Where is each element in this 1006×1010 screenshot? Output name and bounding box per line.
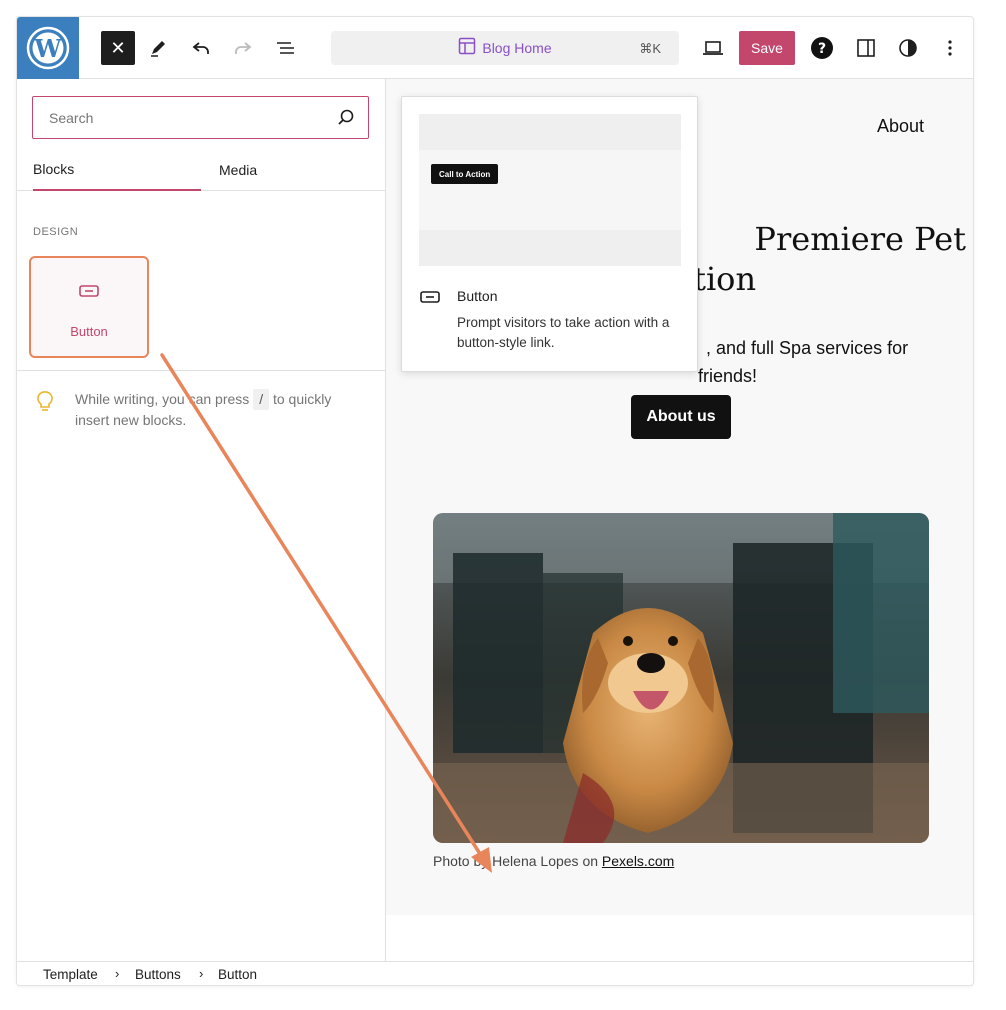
breadcrumb-template[interactable]: Template <box>43 967 98 982</box>
inserter-tabs: Blocks Media <box>17 149 386 191</box>
block-inserter-panel: Search Blocks Media DESIGN Button While … <box>17 79 386 961</box>
top-toolbar: W ✕ Blog Home ⌘K Save ? <box>17 17 973 79</box>
breadcrumb-button[interactable]: Button <box>218 967 257 982</box>
command-palette-bar[interactable]: Blog Home ⌘K <box>331 31 679 65</box>
hero-image[interactable] <box>433 513 929 843</box>
lightbulb-icon <box>35 389 55 420</box>
hero-heading-line1: Premiere Pet <box>754 220 966 258</box>
more-options-icon[interactable] <box>933 31 967 65</box>
chevron-right-icon: › <box>115 966 120 981</box>
search-icon <box>336 108 356 133</box>
button-block-icon <box>79 284 99 303</box>
category-label: DESIGN <box>33 226 79 238</box>
button-block-icon <box>420 290 440 309</box>
tip-text-before: While writing, you can press <box>75 391 250 407</box>
edit-tool-icon[interactable] <box>141 31 175 65</box>
shortcut-hint: ⌘K <box>639 41 661 56</box>
inserter-tip: While writing, you can press / to quickl… <box>75 389 365 431</box>
tip-shortcut-key: / <box>253 389 270 410</box>
preview-title: Button <box>457 288 498 304</box>
device-preview-icon[interactable] <box>696 31 730 65</box>
tab-media[interactable]: Media <box>219 149 257 191</box>
canvas-footer-area <box>386 915 973 961</box>
settings-sidebar-icon[interactable] <box>849 31 883 65</box>
breadcrumb: Template › Buttons › Button <box>17 961 973 985</box>
block-preview-popover: Call to Action Button Prompt visitors to… <box>401 96 698 372</box>
close-inserter-button[interactable]: ✕ <box>101 31 135 65</box>
block-preview-canvas: Call to Action <box>419 114 681 266</box>
styles-contrast-icon[interactable] <box>891 31 925 65</box>
svg-text:W: W <box>34 34 63 63</box>
about-us-button[interactable]: About us <box>631 395 731 439</box>
nav-link-about[interactable]: About <box>877 116 924 137</box>
help-icon[interactable]: ? <box>805 31 839 65</box>
tab-blocks[interactable]: Blocks <box>33 149 201 191</box>
chevron-right-icon: › <box>199 966 204 981</box>
document-overview-icon[interactable] <box>269 31 303 65</box>
caption-text: Photo by Helena Lopes on <box>433 853 599 869</box>
block-item-label: Button <box>70 324 108 339</box>
preview-sample-button: Call to Action <box>431 164 499 184</box>
block-search-input[interactable]: Search <box>32 96 369 139</box>
template-layout-icon <box>458 37 476 60</box>
save-button[interactable]: Save <box>739 31 795 65</box>
search-placeholder: Search <box>49 110 94 126</box>
document-title: Blog Home <box>482 40 552 56</box>
wordpress-logo-icon[interactable]: W <box>17 17 79 79</box>
preview-band-bottom <box>419 230 681 266</box>
svg-text:?: ? <box>818 41 826 57</box>
divider <box>17 370 386 371</box>
caption-link[interactable]: Pexels.com <box>602 853 674 869</box>
preview-description: Prompt visitors to take action with a bu… <box>457 315 670 350</box>
image-caption: Photo by Helena Lopes on Pexels.com <box>433 853 674 869</box>
block-item-button[interactable]: Button <box>29 256 149 358</box>
editor-window: W ✕ Blog Home ⌘K Save ? Search Blocks Me… <box>16 16 974 986</box>
preview-band-top <box>419 114 681 150</box>
redo-icon[interactable] <box>226 31 260 65</box>
undo-icon[interactable] <box>184 31 218 65</box>
breadcrumb-buttons[interactable]: Buttons <box>135 967 181 982</box>
